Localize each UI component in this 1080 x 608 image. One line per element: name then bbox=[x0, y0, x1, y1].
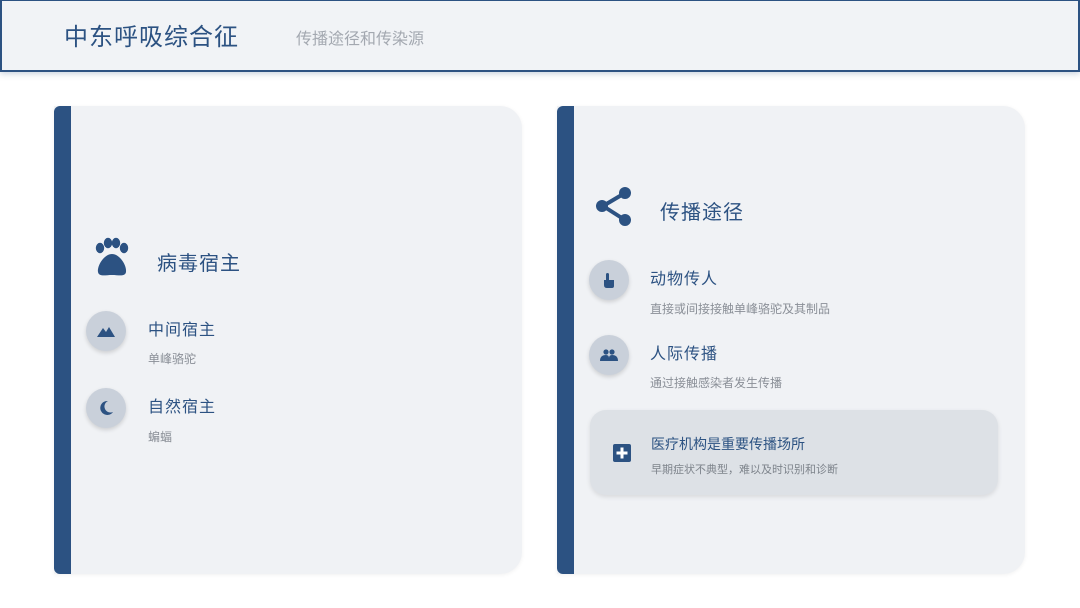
paw-icon bbox=[95, 237, 129, 276]
natural-host-desc: 蝙蝠 bbox=[148, 430, 173, 444]
hosts-title: 病毒宿主 bbox=[157, 251, 241, 275]
human-to-human-desc: 通过接触感染者发生传播 bbox=[650, 376, 783, 390]
natural-host-title: 自然宿主 bbox=[148, 397, 217, 416]
medical-cross-icon bbox=[613, 444, 631, 462]
card-accent-bar bbox=[54, 106, 71, 574]
page-subtitle: 传播途径和传染源 bbox=[296, 29, 425, 48]
moon-icon bbox=[100, 400, 113, 415]
animal-to-human-title: 动物传人 bbox=[650, 269, 719, 288]
hospital-note-desc: 早期症状不典型，难以及时识别和诊断 bbox=[651, 463, 838, 476]
route-item-icon-circle bbox=[589, 260, 629, 300]
mountain-icon bbox=[97, 327, 115, 337]
people-icon bbox=[600, 349, 618, 361]
routes-title: 传播途径 bbox=[660, 200, 744, 224]
header-banner: 中东呼吸综合征 传播途径和传染源 bbox=[0, 0, 1080, 72]
route-item-icon-circle bbox=[589, 335, 629, 375]
intermediate-host-desc: 单峰骆驼 bbox=[148, 352, 197, 366]
hosts-card: 病毒宿主 中间宿主 单峰骆驼 自然宿主 蝙蝠 bbox=[54, 106, 522, 574]
page-title: 中东呼吸综合征 bbox=[64, 23, 239, 51]
routes-card: 传播途径 动物传人 直接或间接接触单峰骆驼及其制品 人际传播 通过接触感染者发生… bbox=[557, 106, 1025, 574]
card-accent-bar bbox=[557, 106, 574, 574]
host-item-icon-circle bbox=[86, 311, 126, 351]
intermediate-host-title: 中间宿主 bbox=[148, 320, 217, 339]
share-icon bbox=[596, 187, 631, 226]
human-to-human-title: 人际传播 bbox=[650, 344, 719, 363]
animal-to-human-desc: 直接或间接接触单峰骆驼及其制品 bbox=[650, 302, 831, 316]
hospital-note-title: 医疗机构是重要传播场所 bbox=[651, 437, 805, 453]
host-item-icon-circle bbox=[86, 388, 126, 428]
hand-pointer-icon bbox=[604, 273, 614, 288]
hospital-note-box: 医疗机构是重要传播场所 早期症状不典型，难以及时识别和诊断 bbox=[590, 410, 998, 495]
